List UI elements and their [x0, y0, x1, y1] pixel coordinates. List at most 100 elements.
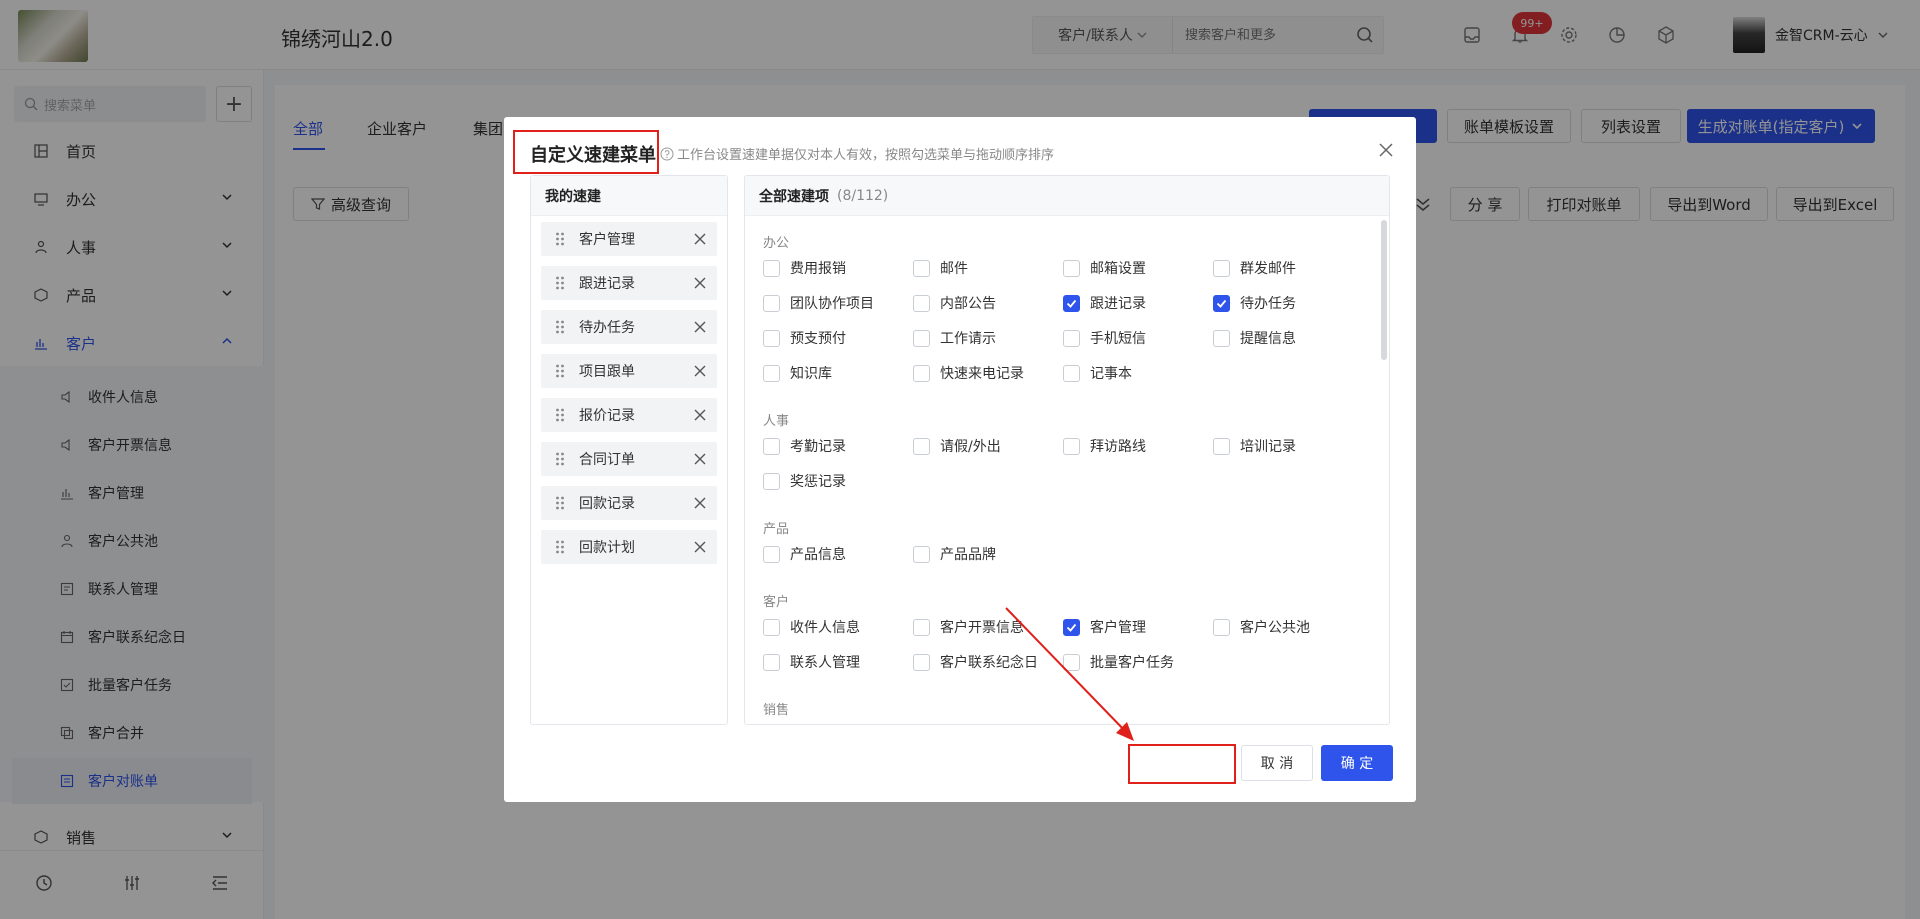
annotation-empty-highlight: [1128, 744, 1236, 784]
checkbox[interactable]: [1213, 259, 1230, 277]
my-quick-item-label: 项目跟单: [579, 364, 635, 380]
quick-item-option[interactable]: 拜访路线: [1063, 436, 1146, 456]
checkbox-checked[interactable]: [1213, 294, 1230, 312]
my-quick-item[interactable]: 合同订单: [541, 442, 717, 476]
quick-item-option[interactable]: 知识库: [763, 363, 832, 383]
quick-item-option-label: 收件人信息: [790, 620, 860, 636]
checkbox[interactable]: [763, 259, 780, 277]
my-quick-item[interactable]: 客户管理: [541, 222, 717, 256]
quick-item-option[interactable]: 培训记录: [1213, 436, 1296, 456]
checkbox[interactable]: [763, 437, 780, 455]
remove-icon[interactable]: [683, 277, 717, 289]
drag-handle-icon[interactable]: [541, 451, 579, 467]
all-quick-items-panel: 全部速建项 (8/112) 办公 费用报销 邮件 邮箱设置 群发邮件 团队协作项目 内部公告…: [744, 175, 1390, 725]
checkbox[interactable]: [913, 259, 930, 277]
quick-item-option[interactable]: 团队协作项目: [763, 293, 874, 313]
checkbox[interactable]: [763, 653, 780, 671]
quick-item-option[interactable]: 产品信息: [763, 544, 846, 564]
close-icon[interactable]: [1373, 137, 1399, 163]
checkbox[interactable]: [913, 653, 930, 671]
quick-item-option[interactable]: 邮件: [913, 258, 968, 278]
quick-item-option[interactable]: 邮箱设置: [1063, 258, 1146, 278]
checkbox-checked[interactable]: [1063, 618, 1080, 636]
checkbox[interactable]: [763, 618, 780, 636]
cancel-button[interactable]: 取 消: [1241, 745, 1313, 781]
quick-item-option-label: 知识库: [790, 366, 832, 382]
drag-handle-icon[interactable]: [541, 319, 579, 335]
remove-icon[interactable]: [683, 321, 717, 333]
drag-handle-icon[interactable]: [541, 539, 579, 555]
checkbox[interactable]: [1063, 653, 1080, 671]
checkbox[interactable]: [913, 329, 930, 347]
quick-item-option[interactable]: 收件人信息: [763, 617, 860, 637]
quick-item-option[interactable]: 请假/外出: [913, 436, 1001, 456]
remove-icon[interactable]: [683, 541, 717, 553]
checkbox[interactable]: [1063, 259, 1080, 277]
my-quick-item[interactable]: 报价记录: [541, 398, 717, 432]
quick-item-option[interactable]: 考勤记录: [763, 436, 846, 456]
all-quick-items-count: (8/112): [837, 187, 889, 204]
checkbox[interactable]: [1213, 437, 1230, 455]
quick-item-option[interactable]: 手机短信: [1063, 328, 1146, 348]
checkbox[interactable]: [763, 472, 780, 490]
quick-item-option[interactable]: 预支预付: [763, 328, 846, 348]
quick-item-option[interactable]: 待办任务: [1213, 293, 1296, 313]
quick-item-option-label: 拜访路线: [1090, 439, 1146, 455]
checkbox[interactable]: [1213, 329, 1230, 347]
checkbox[interactable]: [763, 545, 780, 563]
remove-icon[interactable]: [683, 497, 717, 509]
quick-item-option-label: 费用报销: [790, 261, 846, 277]
remove-icon[interactable]: [683, 409, 717, 421]
quick-item-option-label: 待办任务: [1240, 296, 1296, 312]
my-quick-item[interactable]: 项目跟单: [541, 354, 717, 388]
drag-handle-icon[interactable]: [541, 495, 579, 511]
quick-item-option[interactable]: 工作请示: [913, 328, 996, 348]
checkbox[interactable]: [1213, 618, 1230, 636]
annotation-title-highlight: [513, 130, 659, 174]
drag-handle-icon[interactable]: [541, 231, 579, 247]
dialog-hint-text: 工作台设置速建单据仅对本人有效，按照勾选菜单与拖动顺序排序: [677, 148, 1055, 163]
confirm-button[interactable]: 确 定: [1321, 745, 1393, 781]
remove-icon[interactable]: [683, 453, 717, 465]
options-scrollbar[interactable]: [1381, 220, 1387, 360]
quick-item-option[interactable]: 群发邮件: [1213, 258, 1296, 278]
quick-item-option[interactable]: 批量客户任务: [1063, 652, 1174, 672]
checkbox[interactable]: [913, 437, 930, 455]
checkbox[interactable]: [1063, 437, 1080, 455]
my-quick-item[interactable]: 回款计划: [541, 530, 717, 564]
quick-item-option-label: 团队协作项目: [790, 296, 874, 312]
checkbox[interactable]: [913, 294, 930, 312]
quick-item-option[interactable]: 客户公共池: [1213, 617, 1310, 637]
my-quick-item[interactable]: 回款记录: [541, 486, 717, 520]
remove-icon[interactable]: [683, 233, 717, 245]
quick-item-option[interactable]: 内部公告: [913, 293, 996, 313]
checkbox[interactable]: [1063, 364, 1080, 382]
checkbox[interactable]: [913, 364, 930, 382]
quick-item-option[interactable]: 联系人管理: [763, 652, 860, 672]
quick-item-option[interactable]: 客户管理: [1063, 617, 1146, 637]
drag-handle-icon[interactable]: [541, 363, 579, 379]
my-quick-item[interactable]: 待办任务: [541, 310, 717, 344]
my-quick-item-label: 客户管理: [579, 232, 635, 248]
checkbox[interactable]: [913, 545, 930, 563]
quick-item-option[interactable]: 产品品牌: [913, 544, 996, 564]
drag-handle-icon[interactable]: [541, 275, 579, 291]
checkbox[interactable]: [1063, 329, 1080, 347]
quick-item-option[interactable]: 记事本: [1063, 363, 1132, 383]
quick-item-option[interactable]: 客户开票信息: [913, 617, 1024, 637]
my-quick-item[interactable]: 跟进记录: [541, 266, 717, 300]
all-quick-items-title: 全部速建项: [759, 188, 829, 205]
quick-item-option[interactable]: 客户联系纪念日: [913, 652, 1038, 672]
checkbox[interactable]: [763, 294, 780, 312]
drag-handle-icon[interactable]: [541, 407, 579, 423]
checkbox[interactable]: [763, 364, 780, 382]
quick-item-option[interactable]: 费用报销: [763, 258, 846, 278]
checkbox-checked[interactable]: [1063, 294, 1080, 312]
quick-item-option[interactable]: 奖惩记录: [763, 471, 846, 491]
checkbox[interactable]: [763, 329, 780, 347]
remove-icon[interactable]: [683, 365, 717, 377]
quick-item-option[interactable]: 快速来电记录: [913, 363, 1024, 383]
checkbox[interactable]: [913, 618, 930, 636]
quick-item-option[interactable]: 跟进记录: [1063, 293, 1146, 313]
quick-item-option[interactable]: 提醒信息: [1213, 328, 1296, 348]
